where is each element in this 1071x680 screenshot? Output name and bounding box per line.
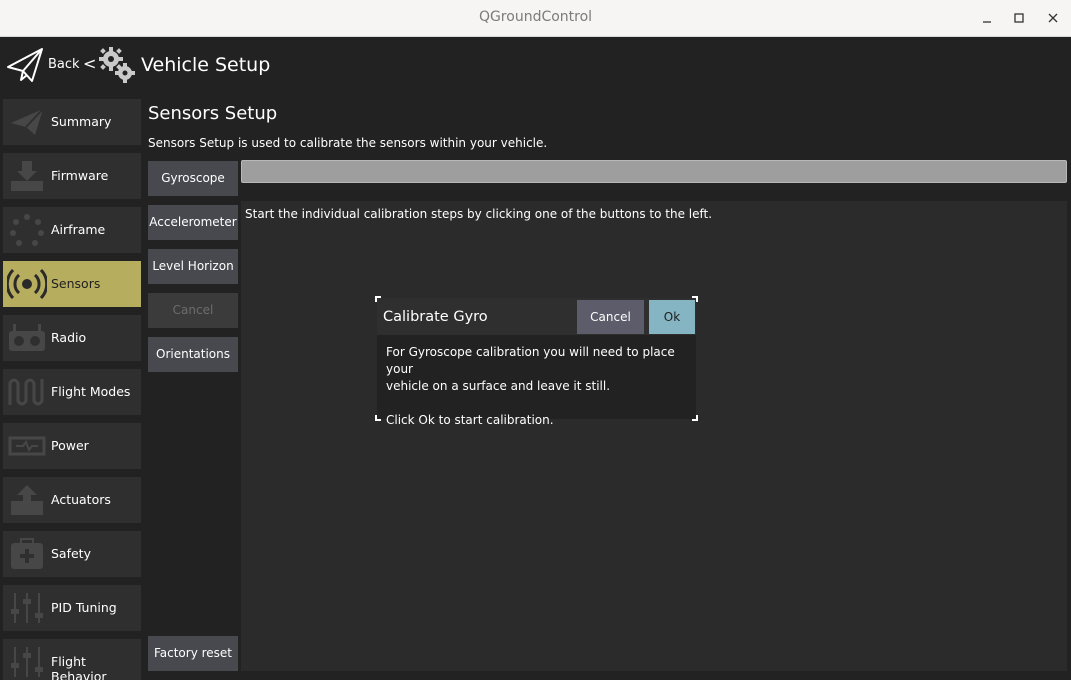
sidebar-item-firmware[interactable]: Firmware <box>3 153 141 199</box>
sidebar-item-label: Safety <box>51 546 91 561</box>
sidebar-item-flight-modes[interactable]: Flight Modes <box>3 369 141 415</box>
actuators-icon <box>7 483 47 517</box>
sidebar-item-label: Power <box>51 438 89 453</box>
sidebar-item-radio[interactable]: Radio <box>3 315 141 361</box>
power-icon <box>7 429 47 463</box>
dialog-corner <box>692 415 698 421</box>
sidebar-item-label: Radio <box>51 330 87 345</box>
breadcrumb-separator: < <box>83 54 97 73</box>
gyroscope-button[interactable]: Gyroscope <box>148 161 238 196</box>
section-title: Sensors Setup <box>148 103 278 124</box>
firmware-download-icon <box>7 159 47 193</box>
sensors-icon <box>5 267 49 301</box>
minimize-icon[interactable] <box>977 8 997 28</box>
sliders-icon <box>7 591 47 625</box>
radio-transmitter-icon <box>7 321 47 355</box>
sidebar-item-label: Flight Modes <box>51 384 131 399</box>
maximize-icon[interactable] <box>1009 8 1029 28</box>
airframe-icon <box>7 213 47 247</box>
sidebar-item-label: Sensors <box>51 276 101 291</box>
accelerometer-button[interactable]: Accelerometer <box>148 205 238 240</box>
dialog-body: For Gyroscope calibration you will need … <box>386 344 691 429</box>
paper-plane-icon <box>7 105 47 139</box>
gears-icon <box>98 46 136 84</box>
flight-modes-icon <box>7 375 47 409</box>
toolbar-header: Back < Vehicle Setup <box>0 37 1071 95</box>
sidebar-item-sensors[interactable]: Sensors <box>3 261 141 307</box>
sidebar-item-airframe[interactable]: Airframe <box>3 207 141 253</box>
sidebar-item-label: Flight Behavior <box>51 654 107 680</box>
sidebar-item-flight-behavior[interactable]: Flight Behavior <box>3 639 141 680</box>
sidebar-item-power[interactable]: Power <box>3 423 141 469</box>
sidebar-item-safety[interactable]: Safety <box>3 531 141 577</box>
calibration-instruction: Start the individual calibration steps b… <box>245 207 713 221</box>
window-title: QGroundControl <box>478 9 593 25</box>
sidebar-item-summary[interactable]: Summary <box>3 99 141 145</box>
level-horizon-button[interactable]: Level Horizon <box>148 249 238 284</box>
sidebar-item-label: PID Tuning <box>51 600 117 615</box>
calibrate-gyro-dialog: Calibrate Gyro Cancel Ok For Gyroscope c… <box>375 296 698 427</box>
sidebar-item-pid-tuning[interactable]: PID Tuning <box>3 585 141 631</box>
paper-plane-icon[interactable] <box>6 47 44 83</box>
dialog-header: Calibrate Gyro Cancel Ok <box>377 298 696 335</box>
orientations-button[interactable]: Orientations <box>148 337 238 372</box>
factory-reset-button[interactable]: Factory reset <box>148 636 238 671</box>
page-title: Vehicle Setup <box>141 54 271 76</box>
safety-icon <box>7 537 47 571</box>
sidebar-item-label: Summary <box>51 114 112 129</box>
window-titlebar: QGroundControl <box>0 0 1071 37</box>
sliders-icon <box>7 645 47 679</box>
dialog-corner <box>375 415 381 421</box>
calibration-status-panel: Start the individual calibration steps b… <box>241 201 1067 671</box>
dialog-body-line: vehicle on a surface and leave it still. <box>386 379 611 393</box>
dialog-body-line: Click Ok to start calibration. <box>386 413 554 427</box>
sidebar-item-label: Airframe <box>51 222 106 237</box>
section-description: Sensors Setup is used to calibrate the s… <box>148 136 548 150</box>
sidebar-item-label: Firmware <box>51 168 109 183</box>
dialog-cancel-button[interactable]: Cancel <box>577 300 644 334</box>
back-button[interactable]: Back <box>48 57 80 72</box>
sidebar-item-label: Actuators <box>51 492 111 507</box>
sidebar-item-actuators[interactable]: Actuators <box>3 477 141 523</box>
calibration-cancel-button: Cancel <box>148 293 238 328</box>
dialog-ok-button[interactable]: Ok <box>649 300 695 334</box>
calibration-progress-bar <box>241 160 1067 183</box>
dialog-title: Calibrate Gyro <box>383 309 488 325</box>
close-icon[interactable] <box>1043 8 1063 28</box>
dialog-body-line: For Gyroscope calibration you will need … <box>386 345 675 376</box>
